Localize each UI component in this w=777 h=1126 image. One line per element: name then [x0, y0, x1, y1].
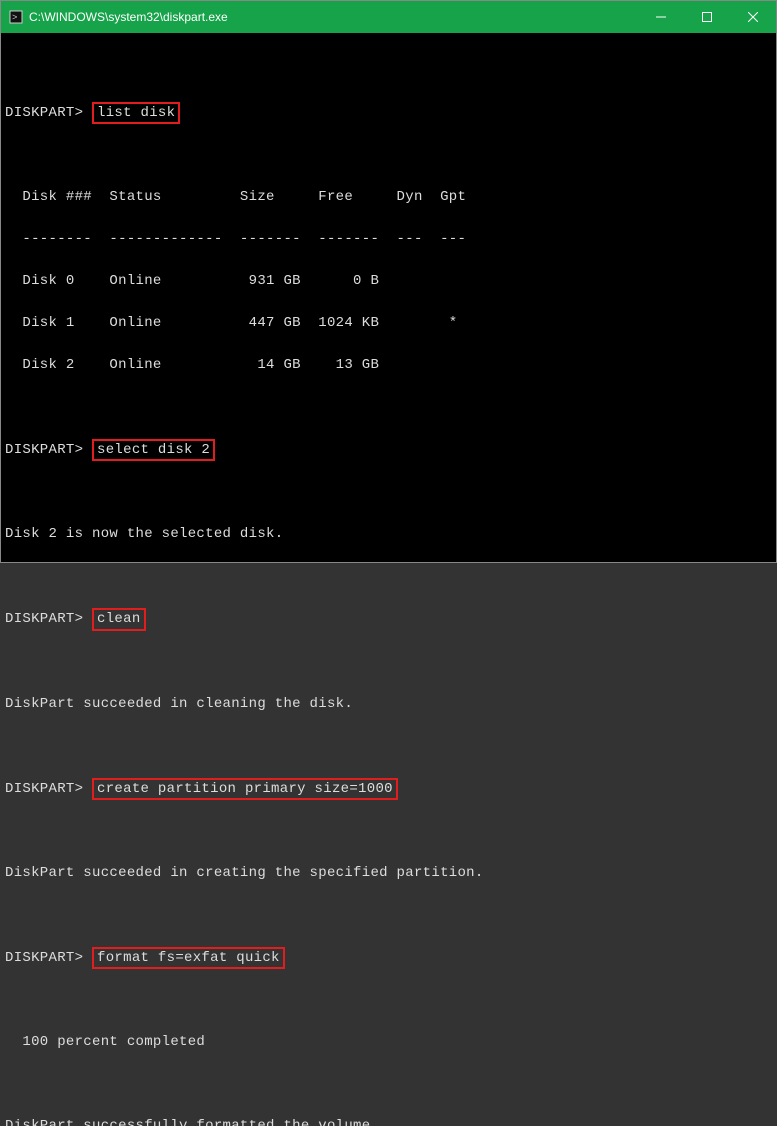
command-highlight: clean	[92, 608, 146, 630]
terminal-line: -------- ------------- ------- ------- -…	[5, 229, 776, 250]
window-titlebar: > C:\WINDOWS\system32\diskpart.exe	[1, 1, 776, 33]
terminal-line	[5, 990, 776, 1011]
prompt: DISKPART>	[5, 781, 83, 797]
terminal-line	[5, 736, 776, 757]
window-title: C:\WINDOWS\system32\diskpart.exe	[29, 10, 638, 24]
close-button[interactable]	[730, 1, 776, 33]
app-icon: >	[9, 10, 23, 24]
command-highlight: list disk	[92, 102, 180, 124]
terminal-line: Disk 2 is now the selected disk.	[5, 524, 776, 545]
terminal-line: 100 percent completed	[5, 1032, 776, 1053]
terminal-line	[5, 652, 776, 673]
terminal-line	[5, 905, 776, 926]
terminal-line: Disk 1 Online 447 GB 1024 KB *	[5, 313, 776, 334]
terminal-line: Disk ### Status Size Free Dyn Gpt	[5, 187, 776, 208]
terminal-line: DISKPART> format fs=exfat quick	[5, 947, 776, 969]
command-highlight: create partition primary size=1000	[92, 778, 398, 800]
terminal-line: Disk 0 Online 931 GB 0 B	[5, 271, 776, 292]
terminal-line: DiskPart successfully formatted the volu…	[5, 1116, 776, 1126]
terminal-line: DISKPART> select disk 2	[5, 439, 776, 461]
terminal-line	[5, 60, 776, 81]
window-controls	[638, 1, 776, 33]
svg-text:>: >	[12, 13, 17, 23]
command-highlight: select disk 2	[92, 439, 215, 461]
terminal-line: DISKPART> list disk	[5, 102, 776, 124]
terminal-line: DISKPART> clean	[5, 608, 776, 630]
minimize-button[interactable]	[638, 1, 684, 33]
terminal-line	[5, 482, 776, 503]
terminal-line	[5, 397, 776, 418]
terminal-line: Disk 2 Online 14 GB 13 GB	[5, 355, 776, 376]
terminal-line: DiskPart succeeded in creating the speci…	[5, 863, 776, 884]
prompt: DISKPART>	[5, 950, 83, 966]
terminal-line: DISKPART> create partition primary size=…	[5, 778, 776, 800]
maximize-button[interactable]	[684, 1, 730, 33]
terminal-line	[5, 566, 776, 587]
prompt: DISKPART>	[5, 105, 83, 121]
prompt: DISKPART>	[5, 442, 83, 458]
terminal-output[interactable]: DISKPART> list disk Disk ### Status Size…	[1, 33, 776, 562]
terminal-line	[5, 145, 776, 166]
command-highlight: format fs=exfat quick	[92, 947, 285, 969]
terminal-line	[5, 1074, 776, 1095]
terminal-line: DiskPart succeeded in cleaning the disk.	[5, 694, 776, 715]
terminal-line	[5, 821, 776, 842]
prompt: DISKPART>	[5, 611, 83, 627]
